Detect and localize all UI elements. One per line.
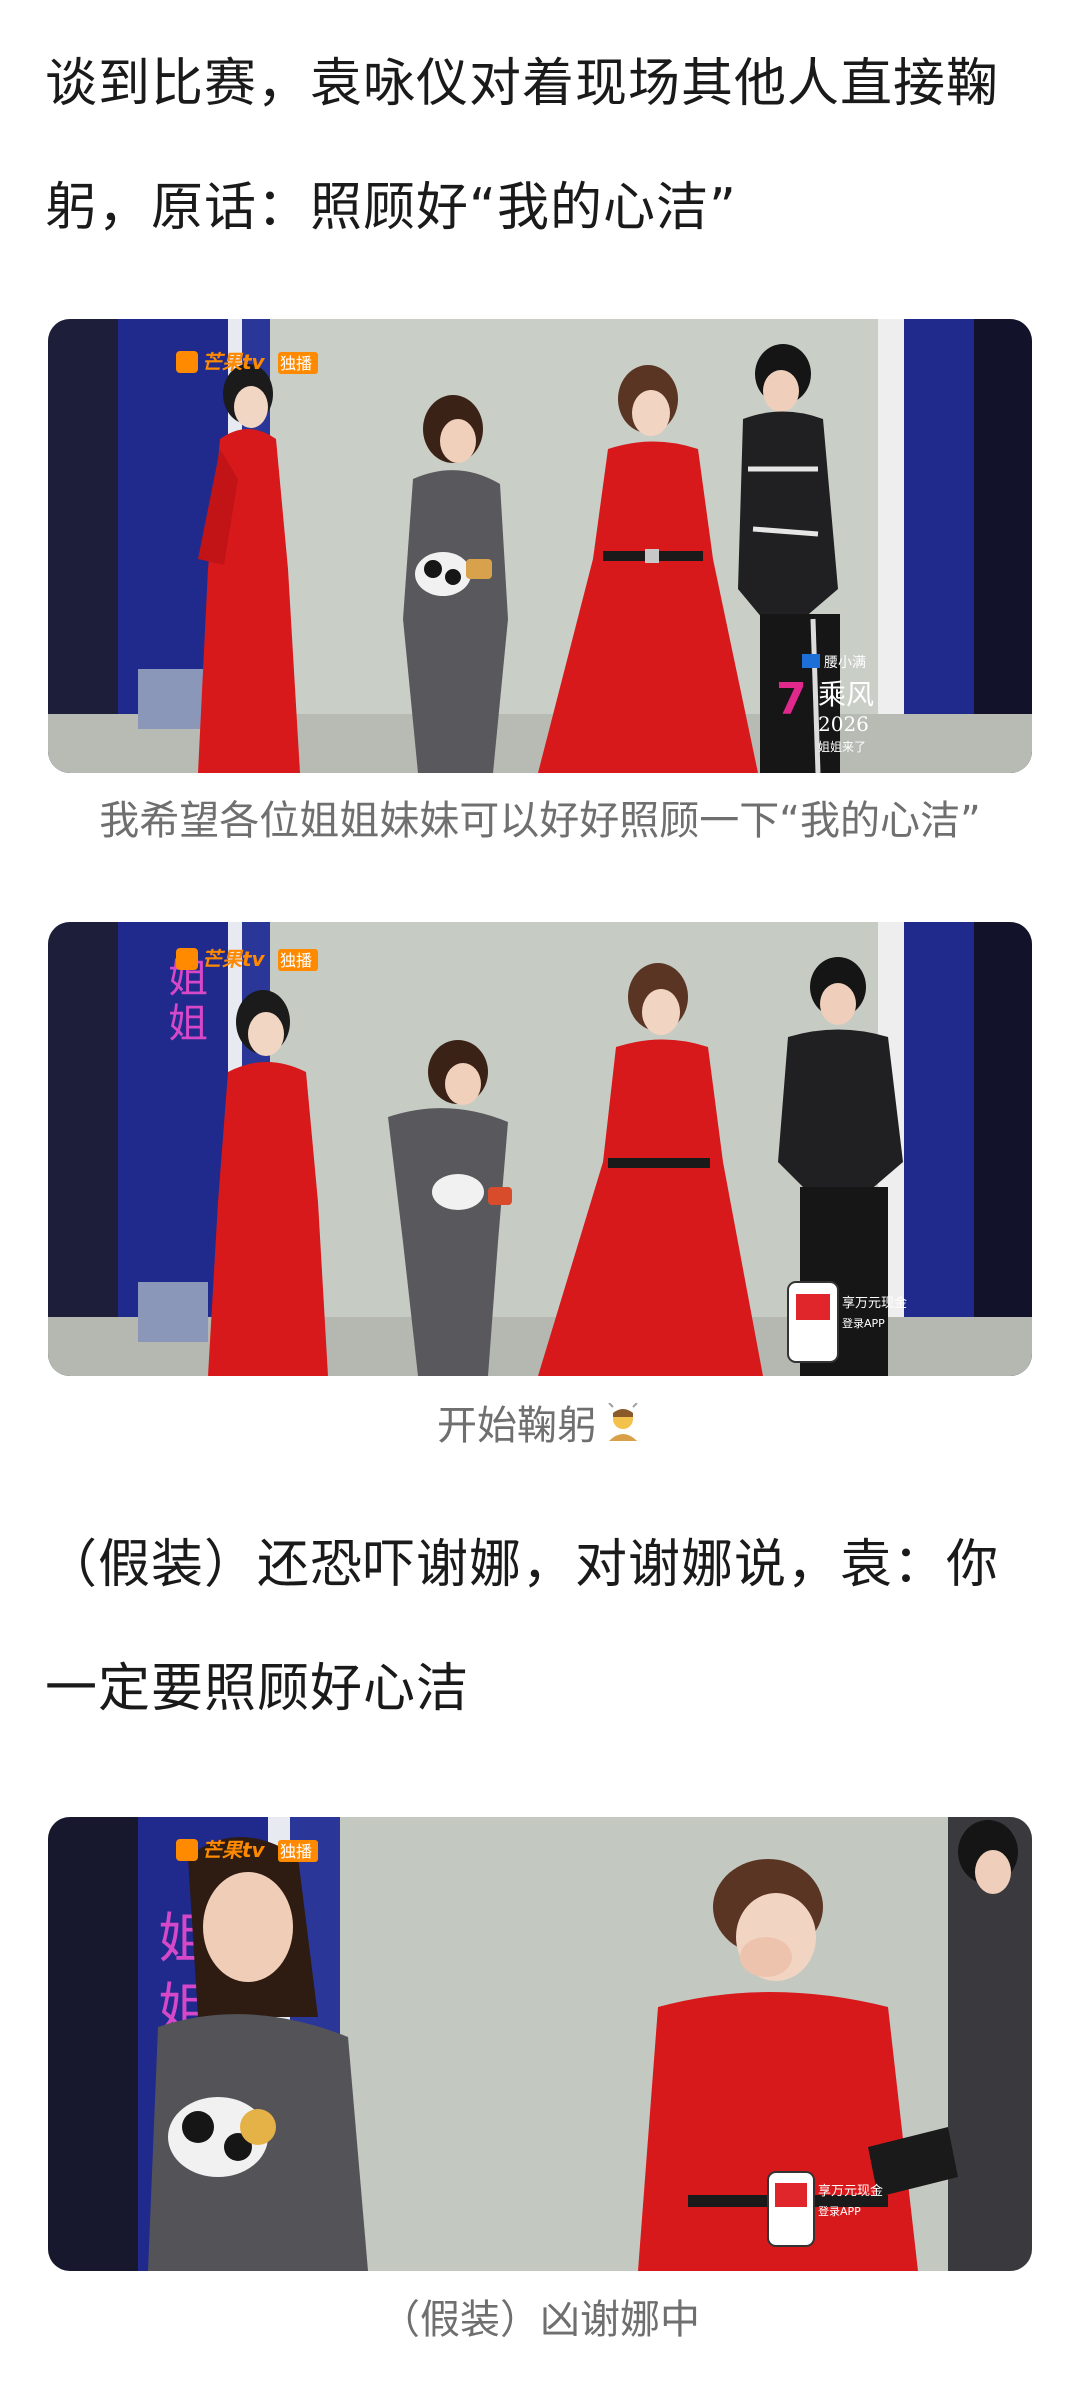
mango-tv-logo-icon [176, 1839, 198, 1861]
exclusive-badge-text: 独播 [280, 354, 312, 373]
photo-2[interactable]: 姐 姐 享万元现金 登录APP 芒果tv 独播 [48, 922, 1032, 1376]
person-bowing-icon [603, 1402, 643, 1453]
exclusive-badge-text: 独播 [280, 1842, 312, 1861]
caption-3: （假装）凶谢娜中 [380, 2297, 700, 2343]
photo-3-scene: 姐 姐 享万元现金 登录APP 芒果tv 独播 [48, 1817, 1032, 2271]
mango-tv-logo-icon [176, 948, 198, 970]
mango-tv-logo-icon [176, 351, 198, 373]
sponsor-logo: 腰小满 [824, 655, 866, 671]
article-page: 谈到比赛，袁咏仪对着现场其他人直接鞠躬，原话：照顾好“我的心洁” 腰小满 7 乘… [0, 0, 1080, 2385]
promo-line-1: 享万元现金 [842, 1295, 907, 1311]
paragraph-2: （假装）还恐吓谢娜，对谢娜说，袁：你一定要照顾好心洁 [45, 1535, 1000, 1719]
caption-1: 我希望各位姐姐妹妹可以好好照顾一下“我的心洁” [99, 798, 981, 844]
promo-line-2: 登录APP [818, 2204, 861, 2218]
show-logo: 乘风 [818, 678, 874, 711]
exclusive-badge-text: 独播 [280, 951, 312, 970]
watermark-logo: 芒果tv [202, 947, 266, 971]
photo-3[interactable]: 姐 姐 享万元现金 登录APP 芒果tv 独播 [48, 1817, 1032, 2271]
show-logo-number: 7 [776, 674, 807, 725]
photo-2-scene: 姐 姐 享万元现金 登录APP 芒果tv 独播 [48, 922, 1032, 1376]
show-subtitle: 姐姐来了 [818, 740, 866, 754]
stage-sign-text-2: 姐 [168, 1001, 208, 1047]
watermark-logo: 芒果tv [202, 1838, 266, 1862]
watermark-logo: 芒果tv [202, 350, 266, 374]
promo-line-1: 享万元现金 [818, 2183, 883, 2199]
photo-1[interactable]: 腰小满 7 乘风 2026 姐姐来了 芒果tv 独播 [48, 319, 1032, 773]
show-year: 2026 [818, 712, 869, 736]
caption-2-text: 开始鞠躬 [437, 1403, 597, 1449]
photo-1-scene: 腰小满 7 乘风 2026 姐姐来了 芒果tv 独播 [48, 319, 1032, 773]
promo-line-2: 登录APP [842, 1316, 885, 1330]
caption-2: 开始鞠躬 [0, 1393, 1080, 1453]
paragraph-1: 谈到比赛，袁咏仪对着现场其他人直接鞠躬，原话：照顾好“我的心洁” [45, 54, 1000, 238]
